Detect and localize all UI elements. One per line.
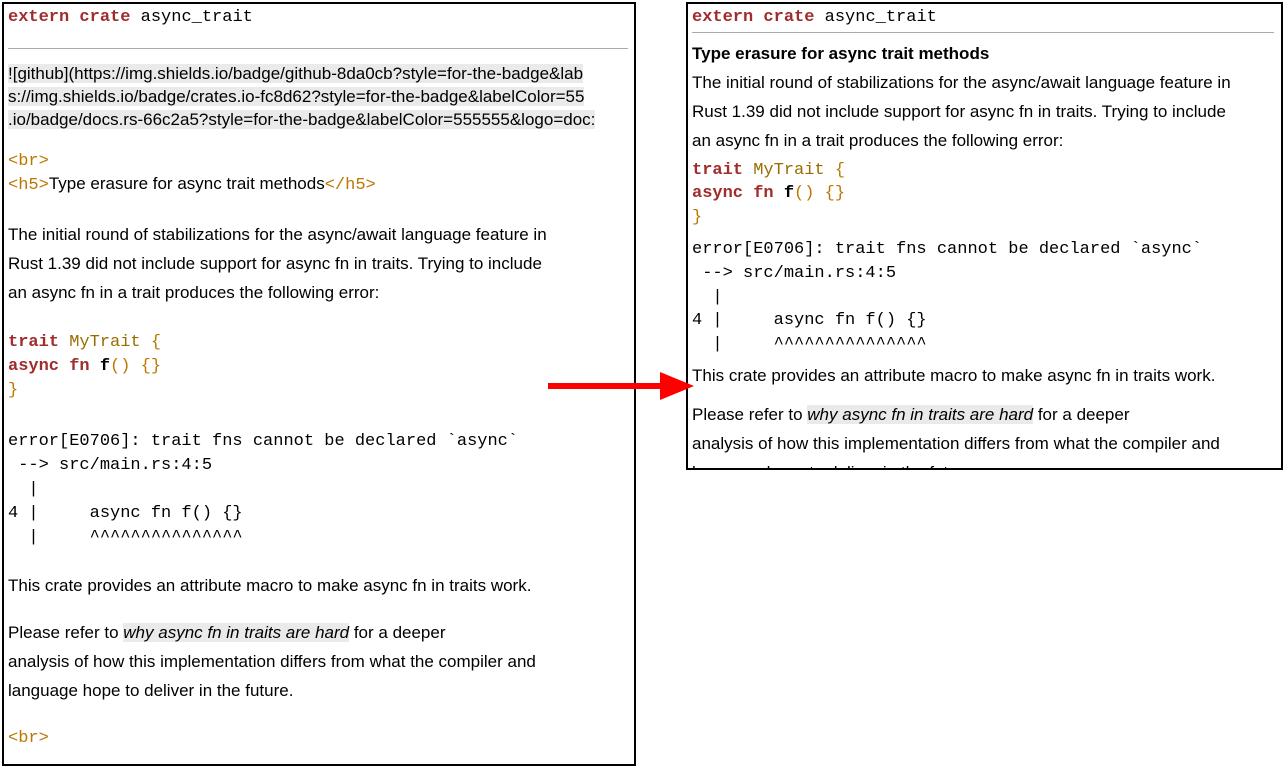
intro-line-1: The initial round of stabilizations for … <box>8 224 628 247</box>
intro-line-3: an async fn in a trait produces the foll… <box>692 130 1274 153</box>
raw-br-tag: <br> <box>8 150 634 174</box>
h5-close-tag: </h5> <box>325 176 376 195</box>
badge-markdown-line-2: s://img.shields.io/badge/crates.io-fc8d6… <box>8 86 634 109</box>
raw-h5-line: <h5>Type erasure for async trait methods… <box>8 173 634 198</box>
divider <box>692 32 1274 33</box>
intro-line-2: Rust 1.39 did not include support for as… <box>692 101 1274 124</box>
h5-text: Type erasure for async trait methods <box>49 174 325 193</box>
divider <box>8 48 628 49</box>
crate-declaration-line: extern crate async_trait <box>692 6 1281 30</box>
trait-code-block: trait MyTrait { async fn f() {} } <box>692 159 1281 230</box>
after-line-2: Please refer to why async fn in traits a… <box>8 622 628 645</box>
why-hard-link[interactable]: why async fn in traits are hard <box>123 623 349 642</box>
rendered-panel: extern crate async_trait Type erasure fo… <box>686 2 1283 470</box>
badge-markdown-line-1: ![github](https://img.shields.io/badge/g… <box>8 63 634 86</box>
kw-crate: crate <box>79 8 130 27</box>
trait-code-block: trait MyTrait { async fn f() {} } <box>8 331 634 402</box>
after-line-1: This crate provides an attribute macro t… <box>692 365 1274 388</box>
compiler-error-block: error[E0706]: trait fns cannot be declar… <box>692 238 1281 357</box>
after-line-4: language hope to deliver in the future. <box>692 462 1274 470</box>
compiler-error-block: error[E0706]: trait fns cannot be declar… <box>8 430 634 549</box>
why-hard-link[interactable]: why async fn in traits are hard <box>807 405 1033 424</box>
after-line-4: language hope to deliver in the future. <box>8 680 628 703</box>
intro-line-3: an async fn in a trait produces the foll… <box>8 282 628 305</box>
crate-name: async_trait <box>141 8 253 27</box>
headline: Type erasure for async trait methods <box>692 43 1274 66</box>
badge-markdown-line-3: .io/badge/docs.rs-66c2a5?style=for-the-b… <box>8 109 634 132</box>
intro-line-1: The initial round of stabilizations for … <box>692 72 1274 95</box>
source-panel: extern crate async_trait ![github](https… <box>2 2 636 766</box>
intro-line-2: Rust 1.39 did not include support for as… <box>8 253 628 276</box>
after-line-3: analysis of how this implementation diff… <box>692 433 1274 456</box>
after-line-2: Please refer to why async fn in traits a… <box>692 404 1274 427</box>
after-line-1: This crate provides an attribute macro t… <box>8 575 628 598</box>
after-line-3: analysis of how this implementation diff… <box>8 651 628 674</box>
raw-br-tag-2: <br> <box>8 727 634 751</box>
h5-open-tag: <h5> <box>8 176 49 195</box>
kw-extern: extern <box>8 8 69 27</box>
crate-declaration-line: extern crate async_trait <box>8 6 634 30</box>
